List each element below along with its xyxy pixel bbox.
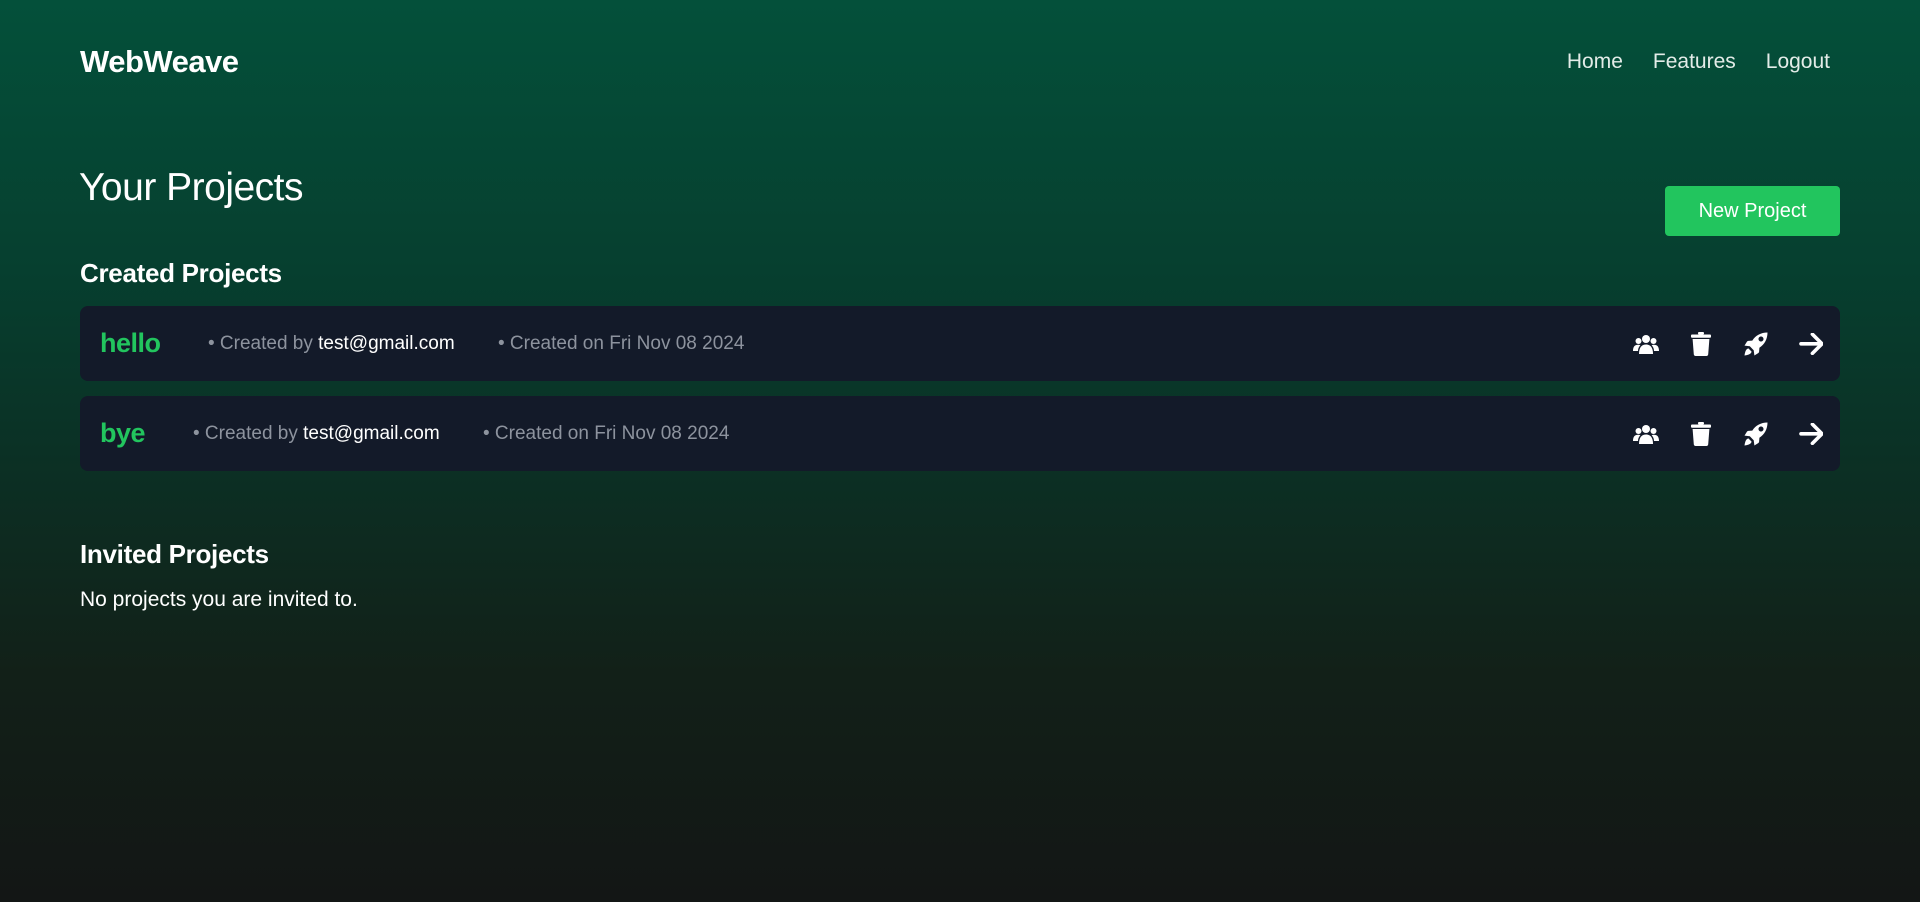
project-created-date: • Created on Fri Nov 08 2024 — [483, 422, 730, 444]
trash-icon — [1690, 331, 1711, 356]
project-created-date: • Created on Fri Nov 08 2024 — [498, 332, 745, 354]
created-by-label: • Created by — [208, 332, 319, 354]
nav-links: Home Features Logout — [1567, 50, 1830, 74]
owner-email: test@gmail.com — [303, 422, 440, 444]
owner-email: test@gmail.com — [318, 332, 455, 354]
page-title: Your Projects — [79, 166, 304, 209]
trash-icon — [1690, 421, 1711, 446]
arrow-right-icon — [1798, 332, 1823, 355]
nav-home-link[interactable]: Home — [1567, 50, 1623, 74]
project-name[interactable]: hello — [100, 328, 208, 359]
deploy-button[interactable] — [1728, 396, 1783, 471]
project-row: hello • Created by test@gmail.com • Crea… — [80, 306, 1840, 381]
deploy-button[interactable] — [1728, 306, 1783, 381]
project-owner: • Created by test@gmail.com — [208, 333, 498, 355]
nav-features-link[interactable]: Features — [1653, 50, 1736, 74]
project-owner: • Created by test@gmail.com — [193, 423, 483, 445]
collaborators-button[interactable] — [1618, 306, 1673, 381]
created-by-label: • Created by — [193, 422, 304, 444]
rocket-icon — [1744, 332, 1767, 355]
brand-logo[interactable]: WebWeave — [80, 44, 239, 80]
project-actions — [1618, 396, 1840, 471]
invited-projects-heading: Invited Projects — [80, 539, 269, 569]
delete-button[interactable] — [1673, 396, 1728, 471]
arrow-right-icon — [1798, 422, 1823, 445]
users-icon — [1632, 424, 1659, 444]
project-row: bye • Created by test@gmail.com • Create… — [80, 396, 1840, 471]
project-name[interactable]: bye — [100, 418, 193, 449]
open-project-button[interactable] — [1783, 396, 1838, 471]
created-projects-heading: Created Projects — [80, 258, 282, 288]
rocket-icon — [1744, 422, 1767, 445]
open-project-button[interactable] — [1783, 306, 1838, 381]
project-actions — [1618, 306, 1840, 381]
collaborators-button[interactable] — [1618, 396, 1673, 471]
users-icon — [1632, 334, 1659, 354]
new-project-button[interactable]: New Project — [1665, 186, 1840, 236]
navbar: WebWeave Home Features Logout — [80, 40, 1840, 84]
delete-button[interactable] — [1673, 306, 1728, 381]
invited-empty-message: No projects you are invited to. — [80, 588, 358, 611]
nav-logout-link[interactable]: Logout — [1766, 50, 1830, 74]
